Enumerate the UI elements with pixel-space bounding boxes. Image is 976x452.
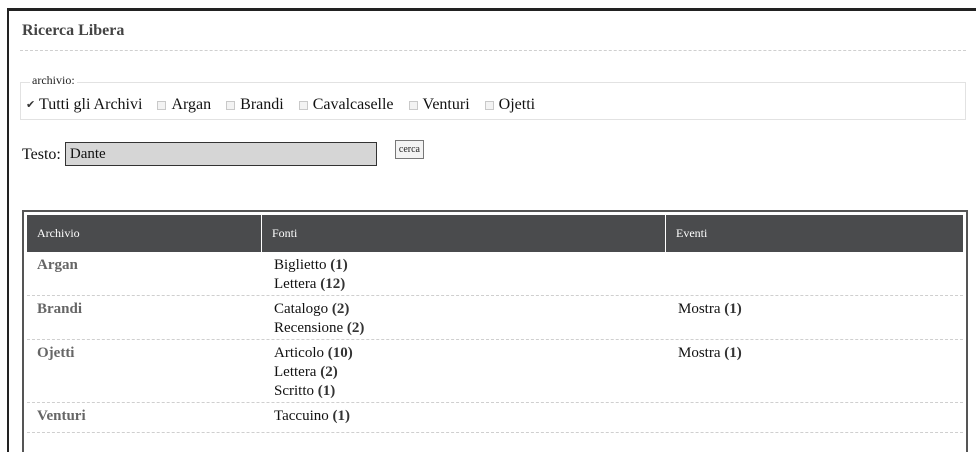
option-argan[interactable]: Argan xyxy=(157,96,211,114)
archive-name: Venturi xyxy=(37,408,86,424)
table-row: Ojetti Articolo (10) Lettera (2) Scritto… xyxy=(27,340,963,403)
title-divider xyxy=(20,50,966,51)
option-label: Cavalcaselle xyxy=(312,96,394,113)
table-row: Venturi Taccuino (1) xyxy=(27,403,963,433)
event-item: Mostra (1) xyxy=(678,344,742,363)
checkbox-argan[interactable] xyxy=(157,100,167,110)
table-row: Brandi Catalogo (2) Recensione (2) Mostr… xyxy=(27,296,963,340)
source-count: (2) xyxy=(346,320,365,336)
option-label: Argan xyxy=(171,96,212,113)
source-item: Biglietto (1) xyxy=(274,256,348,275)
source-item: Lettera (2) xyxy=(274,363,353,382)
source-item: Taccuino (1) xyxy=(274,407,350,426)
event-name: Mostra xyxy=(678,345,721,361)
eventi-cell: Mostra (1) xyxy=(678,300,742,319)
event-count: (1) xyxy=(724,301,742,317)
option-label: Brandi xyxy=(240,96,284,113)
checkbox-cavalcaselle[interactable] xyxy=(298,100,308,110)
source-count: (1) xyxy=(332,408,351,424)
source-name: Lettera xyxy=(274,276,317,292)
source-name: Lettera xyxy=(274,364,317,380)
column-header-fonti: Fonti xyxy=(262,215,666,252)
search-label: Testo: xyxy=(22,146,61,163)
source-name: Catalogo xyxy=(274,301,329,317)
event-count: (1) xyxy=(724,345,742,361)
checkbox-venturi[interactable] xyxy=(408,100,418,110)
search-row: Testo: cerca xyxy=(22,140,424,166)
option-ojetti[interactable]: Ojetti xyxy=(484,96,536,114)
archive-name: Argan xyxy=(37,257,78,273)
results-header: Archivio Fonti Eventi xyxy=(27,215,963,252)
source-item: Lettera (12) xyxy=(274,275,348,294)
option-cavalcaselle[interactable]: Cavalcaselle xyxy=(298,96,394,114)
fonti-cell: Catalogo (2) Recensione (2) xyxy=(274,300,364,338)
archive-name: Ojetti xyxy=(37,345,75,361)
option-brandi[interactable]: Brandi xyxy=(226,96,284,114)
checkbox-brandi[interactable] xyxy=(226,100,236,110)
source-item: Recensione (2) xyxy=(274,319,364,338)
search-button[interactable]: cerca xyxy=(394,140,424,159)
search-input[interactable] xyxy=(64,142,377,166)
table-row: Argan Biglietto (1) Lettera (12) xyxy=(27,252,963,296)
archive-name: Brandi xyxy=(37,301,83,317)
source-name: Recensione xyxy=(274,320,344,336)
option-label: Ojetti xyxy=(498,96,536,113)
source-count: (2) xyxy=(331,301,350,317)
source-name: Biglietto xyxy=(274,257,327,273)
source-count: (2) xyxy=(320,364,338,380)
source-name: Taccuino xyxy=(274,408,329,424)
checkbox-tutti-gli-archivi[interactable]: ✔ xyxy=(25,99,35,110)
column-header-archivio: Archivio xyxy=(27,215,262,252)
archive-options: ✔ Tutti gli Archivi Argan Brandi Cavalca… xyxy=(25,96,550,114)
option-tutti-gli-archivi[interactable]: ✔ Tutti gli Archivi xyxy=(25,96,142,114)
option-label: Tutti gli Archivi xyxy=(39,96,143,113)
archive-legend: archivio: xyxy=(30,73,77,88)
column-header-eventi: Eventi xyxy=(676,226,708,240)
option-venturi[interactable]: Venturi xyxy=(408,96,470,114)
source-item: Articolo (10) xyxy=(274,344,353,363)
option-label: Venturi xyxy=(422,96,470,113)
source-name: Scritto xyxy=(274,383,314,399)
source-name: Articolo xyxy=(274,345,324,361)
fonti-cell: Taccuino (1) xyxy=(274,407,350,426)
source-count: (12) xyxy=(320,276,346,292)
event-name: Mostra xyxy=(678,301,721,317)
source-item: Scritto (1) xyxy=(274,382,353,401)
source-count: (10) xyxy=(327,345,353,361)
results-table: Archivio Fonti Eventi Argan Biglietto (1… xyxy=(22,210,968,452)
fonti-cell: Biglietto (1) Lettera (12) xyxy=(274,256,348,294)
fonti-cell: Articolo (10) Lettera (2) Scritto (1) xyxy=(274,344,353,401)
checkbox-ojetti[interactable] xyxy=(484,100,494,110)
source-count: (1) xyxy=(330,257,348,273)
panel-title: Ricerca Libera xyxy=(22,22,125,39)
event-item: Mostra (1) xyxy=(678,300,742,319)
source-count: (1) xyxy=(317,383,336,399)
eventi-cell: Mostra (1) xyxy=(678,344,742,363)
source-item: Catalogo (2) xyxy=(274,300,364,319)
